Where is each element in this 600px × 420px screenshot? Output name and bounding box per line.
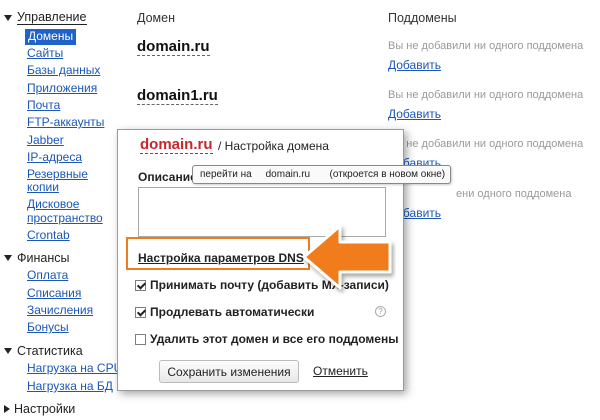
auto-renew-option[interactable]: Продлевать автоматически	[135, 305, 314, 319]
dns-settings-link[interactable]: Настройка параметров DNS	[138, 251, 304, 265]
add-subdomain-link[interactable]: Добавить	[388, 107, 441, 121]
pointer-arrow-icon	[302, 224, 392, 290]
no-subdomains-text: Вы не добавили ни одного поддомена	[388, 40, 584, 52]
sidebar-item-apps[interactable]: Приложения	[27, 82, 97, 95]
delete-domain-label: Удалить этот домен и все его поддомены	[150, 332, 399, 346]
no-subdomains-text: ени одного поддомена	[456, 188, 572, 200]
sidebar-item-sites[interactable]: Сайты	[27, 47, 63, 60]
sidebar-item-payment[interactable]: Оплата	[27, 269, 68, 282]
domain-link-domain-ru[interactable]: domain.ru	[137, 38, 210, 56]
delete-domain-checkbox[interactable]	[135, 333, 146, 345]
panel-domain-link[interactable]: domain.ru	[140, 137, 213, 154]
save-changes-button[interactable]: Сохранить изменения	[159, 360, 299, 383]
sidebar-item-ftp[interactable]: FTP-аккаунты	[27, 116, 104, 129]
triangle-down-icon	[4, 348, 12, 354]
sidebar-item-ip[interactable]: IP-адреса	[27, 151, 82, 164]
sidebar-item-mail[interactable]: Почта	[27, 99, 60, 112]
sidebar-item-cpu-load[interactable]: Нагрузка на CPU	[27, 362, 122, 375]
sidebar-item-charges[interactable]: Списания	[27, 287, 81, 300]
sidebar-item-db-load[interactable]: Нагрузка на БД	[27, 380, 113, 393]
no-subdomains-text: Вы не добавили ни одного поддомена	[388, 89, 584, 101]
auto-renew-checkbox[interactable]	[135, 306, 146, 318]
sidebar-item-crontab[interactable]: Crontab	[27, 229, 70, 242]
triangle-down-icon	[4, 14, 12, 21]
section-finance[interactable]: Финансы	[4, 251, 69, 265]
link-tooltip: перейти на domain.ru (откроется в новом …	[192, 165, 451, 184]
sidebar-item-disk[interactable]: Дисковое	[27, 198, 79, 211]
sidebar-item-disk-2[interactable]: пространство	[27, 212, 103, 225]
section-management[interactable]: Управление	[4, 10, 87, 25]
accept-mail-checkbox[interactable]	[135, 279, 146, 291]
sidebar-item-domains[interactable]: Домены	[25, 29, 77, 45]
help-icon[interactable]: ?	[375, 306, 386, 317]
triangle-down-icon	[4, 255, 12, 261]
sidebar: Управление Домены Сайты Базы данных Прил…	[0, 0, 122, 420]
sidebar-item-credits[interactable]: Зачисления	[27, 304, 93, 317]
sidebar-item-databases[interactable]: Базы данных	[27, 64, 100, 77]
panel-title: / Настройка домена	[218, 139, 329, 153]
description-label: Описание	[138, 170, 197, 184]
column-header-domain: Домен	[137, 11, 176, 25]
delete-domain-option[interactable]: Удалить этот домен и все его поддомены	[135, 332, 398, 346]
sidebar-item-jabber[interactable]: Jabber	[27, 134, 64, 147]
sidebar-item-bonuses[interactable]: Бонусы	[27, 321, 69, 334]
section-stats[interactable]: Статистика	[4, 344, 83, 358]
triangle-right-icon	[4, 405, 10, 413]
no-subdomains-text: Вы не добавили ни одного поддомена	[388, 138, 584, 150]
domain-link-domain1-ru[interactable]: domain1.ru	[137, 87, 218, 105]
add-subdomain-link[interactable]: Добавить	[388, 58, 441, 72]
cancel-link[interactable]: Отменить	[313, 364, 368, 378]
section-settings[interactable]: Настройки	[4, 402, 75, 416]
auto-renew-label: Продлевать автоматически	[150, 305, 315, 319]
column-header-subdomains: Поддомены	[388, 11, 457, 25]
sidebar-item-backups-2[interactable]: копии	[27, 181, 59, 194]
